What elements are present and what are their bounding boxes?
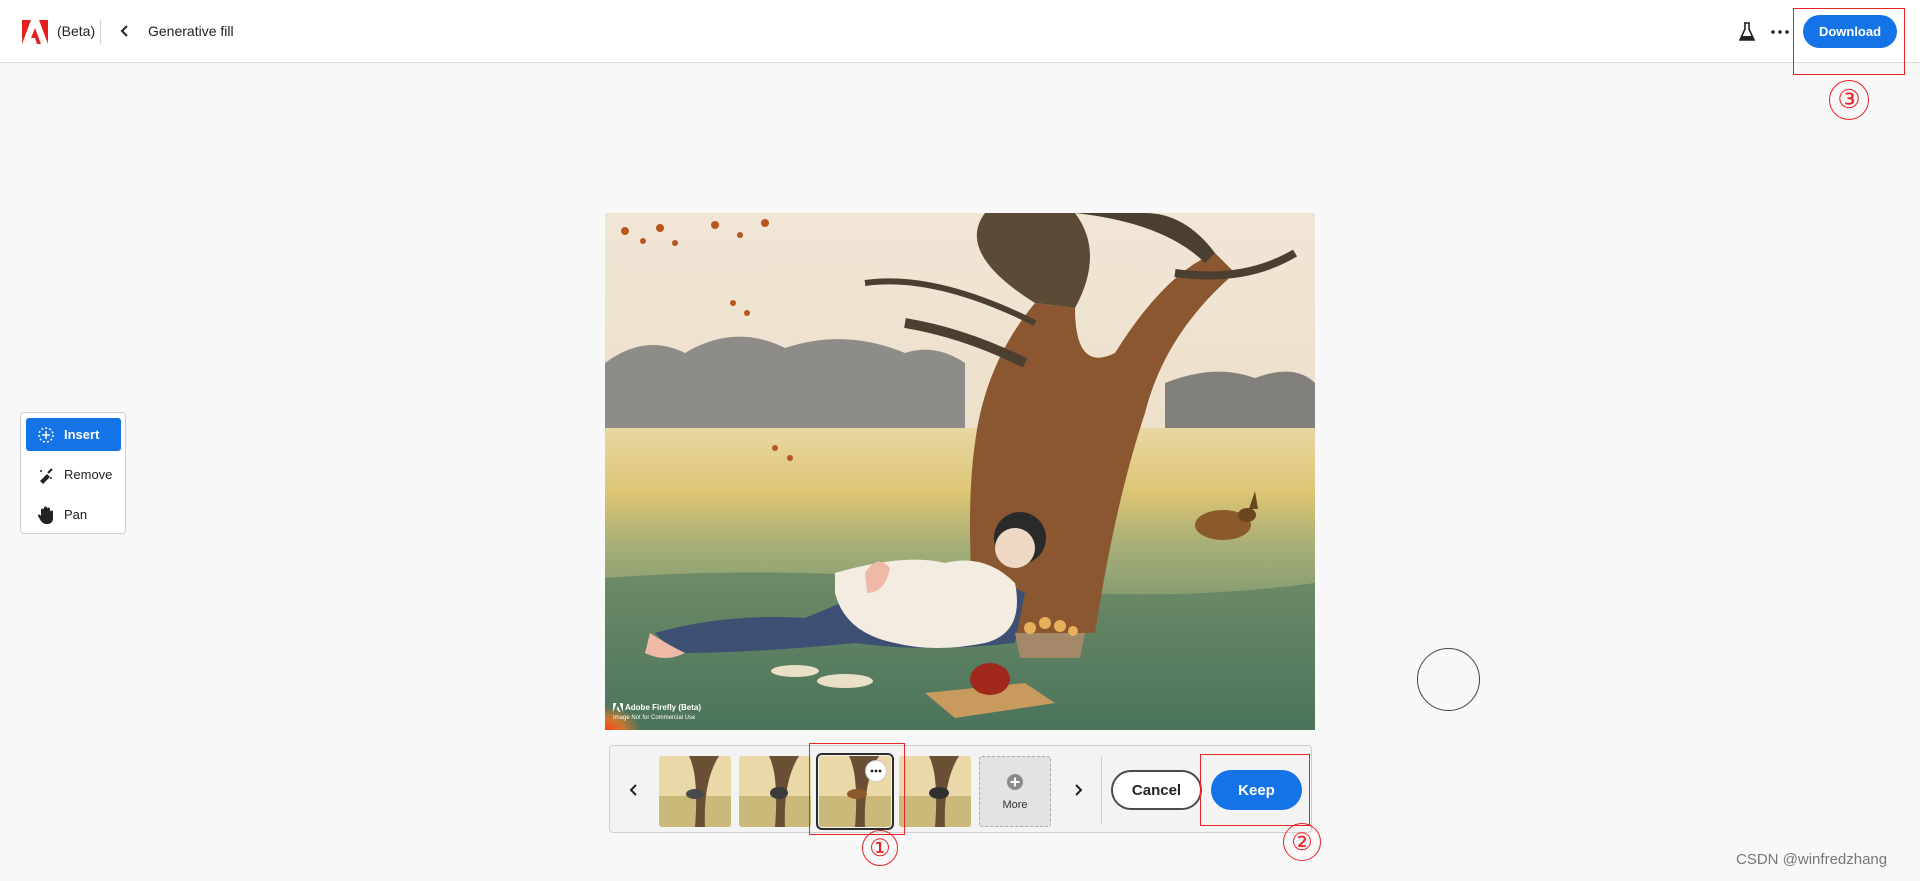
hand-icon	[36, 505, 56, 525]
chevron-left-icon	[120, 25, 128, 37]
thumbnail-image	[899, 756, 971, 827]
watermark-title: Adobe Firefly (Beta)	[625, 703, 702, 712]
annotation-number-2: ②	[1283, 823, 1321, 861]
variation-thumbnail-1[interactable]	[659, 756, 731, 827]
annotation-number-1: ①	[862, 830, 898, 866]
tool-insert[interactable]: Insert	[26, 418, 121, 451]
watermark-logo-icon	[613, 703, 623, 712]
tool-insert-label: Insert	[64, 427, 100, 442]
adobe-logo-icon[interactable]	[22, 20, 48, 44]
tool-pan[interactable]: Pan	[26, 498, 121, 531]
more-variations-button[interactable]: More	[979, 756, 1051, 827]
labs-button[interactable]	[1735, 19, 1759, 45]
next-variations-button[interactable]	[1068, 778, 1088, 802]
remove-brush-icon	[36, 465, 56, 485]
thumbnail-image	[659, 756, 731, 827]
annotation-box-download	[1793, 8, 1905, 75]
flask-icon	[1739, 22, 1755, 41]
insert-brush-icon	[36, 425, 56, 445]
page-title: Generative fill	[148, 23, 234, 39]
bar-divider	[1101, 756, 1102, 824]
annotation-box-keep	[1200, 754, 1310, 826]
brush-cursor	[1417, 648, 1480, 711]
variation-thumbnail-2[interactable]	[739, 756, 811, 827]
more-options-button[interactable]	[1766, 19, 1794, 45]
thumbnail-image	[739, 756, 811, 827]
generated-image[interactable]: Adobe Firefly (Beta) Image Not for Comme…	[605, 213, 1315, 730]
artwork	[605, 213, 1315, 730]
watermark-subtitle: Image Not for Commercial Use	[613, 715, 696, 721]
tool-panel: Insert Remove Pan	[20, 412, 126, 534]
tool-remove[interactable]: Remove	[26, 458, 121, 491]
plus-circle-icon	[1007, 773, 1023, 790]
credit-watermark: CSDN @winfredzhang	[1736, 851, 1888, 868]
annotation-box-thumbnail	[809, 743, 905, 835]
cancel-button[interactable]: Cancel	[1111, 770, 1202, 810]
annotation-number-3: ③	[1829, 80, 1869, 120]
beta-label: (Beta)	[57, 23, 96, 39]
tool-remove-label: Remove	[64, 467, 113, 482]
variation-thumbnail-4[interactable]	[899, 756, 971, 827]
back-button[interactable]	[113, 19, 137, 43]
app-header: (Beta) Generative fill Download	[0, 0, 1920, 63]
ellipsis-icon	[1771, 30, 1789, 34]
more-variations-label: More	[1002, 798, 1028, 811]
tool-pan-label: Pan	[64, 507, 88, 522]
previous-variations-button[interactable]	[624, 778, 644, 802]
header-divider	[100, 20, 101, 44]
chevron-left-icon	[629, 784, 637, 796]
chevron-right-icon	[1075, 784, 1083, 796]
